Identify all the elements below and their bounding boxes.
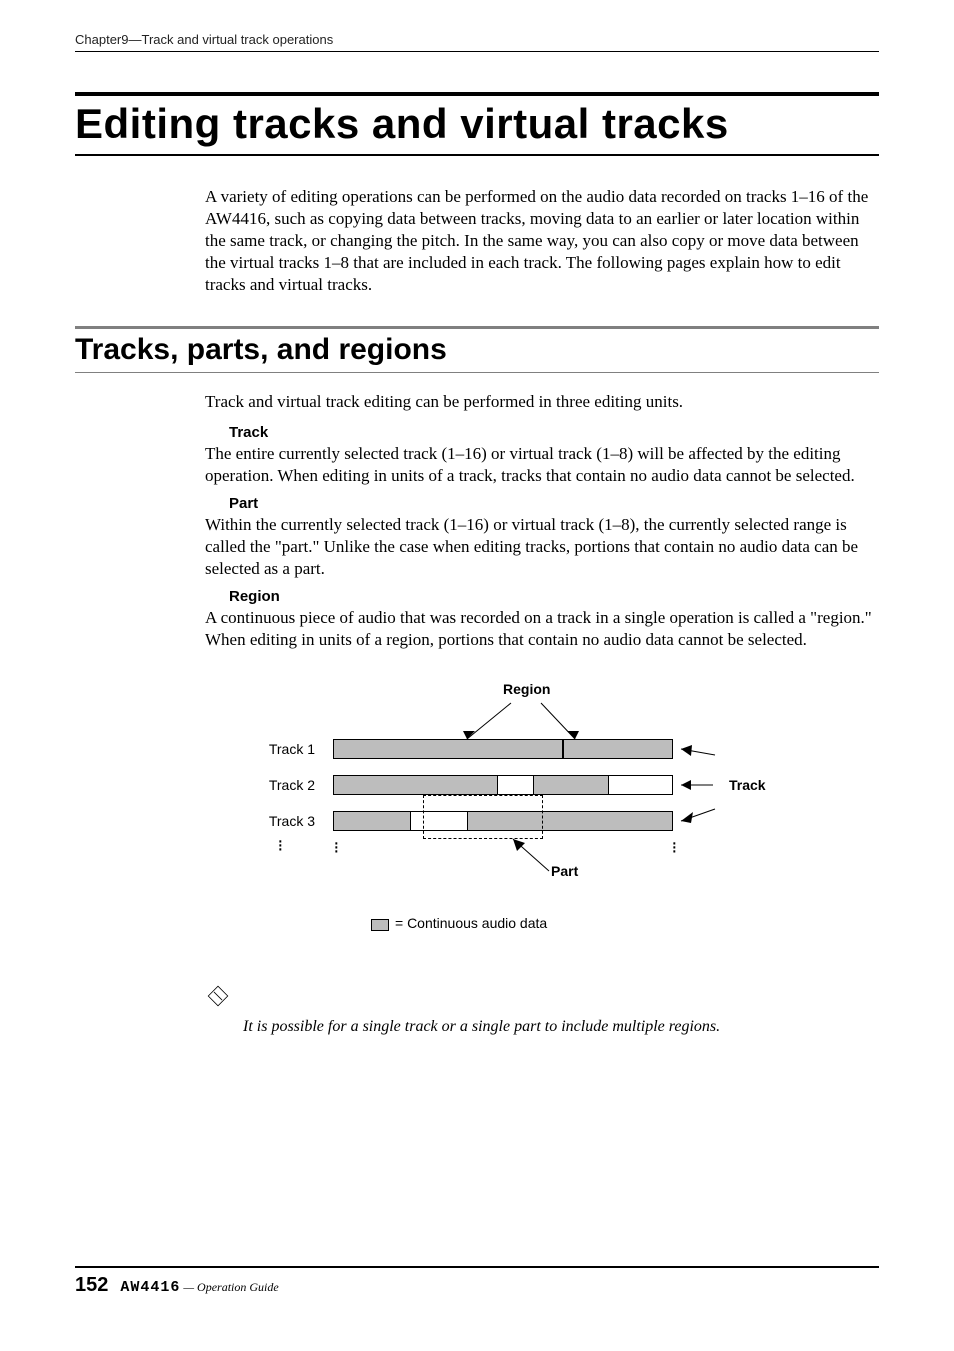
page-footer: 152 AW4416 — Operation Guide <box>75 1266 879 1297</box>
pencil-note-icon <box>205 983 231 1014</box>
diagram-track2-label: Track 2 <box>245 777 315 793</box>
lead-paragraph: Track and virtual track editing can be p… <box>205 391 874 413</box>
term-part-head: Part <box>229 495 874 512</box>
dotted-rule: · · · · · · · · · · · · · · · · · · · · … <box>239 991 874 999</box>
term-region-head: Region <box>229 588 874 605</box>
diagram-part-label: Part <box>551 863 578 879</box>
track-region-part-diagram: Region Track <box>205 681 875 961</box>
diagram-track1-label: Track 1 <box>245 741 315 757</box>
diagram-track3-label: Track 3 <box>245 813 315 829</box>
term-part-body: Within the currently selected track (1–1… <box>205 514 874 580</box>
page-number: 152 <box>75 1274 108 1297</box>
term-region-body: A continuous piece of audio that was rec… <box>205 607 874 651</box>
note-text: It is possible for a single track or a s… <box>243 1018 874 1036</box>
term-track-head: Track <box>229 424 874 441</box>
heading-1: Editing tracks and virtual tracks <box>75 92 879 156</box>
intro-paragraph: A variety of editing operations can be p… <box>205 186 874 296</box>
footer-model: AW4416 <box>120 1279 180 1296</box>
diagram-track-label: Track <box>729 777 766 793</box>
footer-suffix: — Operation Guide <box>180 1280 278 1294</box>
heading-2: Tracks, parts, and regions <box>75 326 879 373</box>
diagram-legend: = Continuous audio data <box>395 915 547 931</box>
term-track-body: The entire currently selected track (1–1… <box>205 443 874 487</box>
running-head: Chapter9—Track and virtual track operati… <box>75 32 879 52</box>
